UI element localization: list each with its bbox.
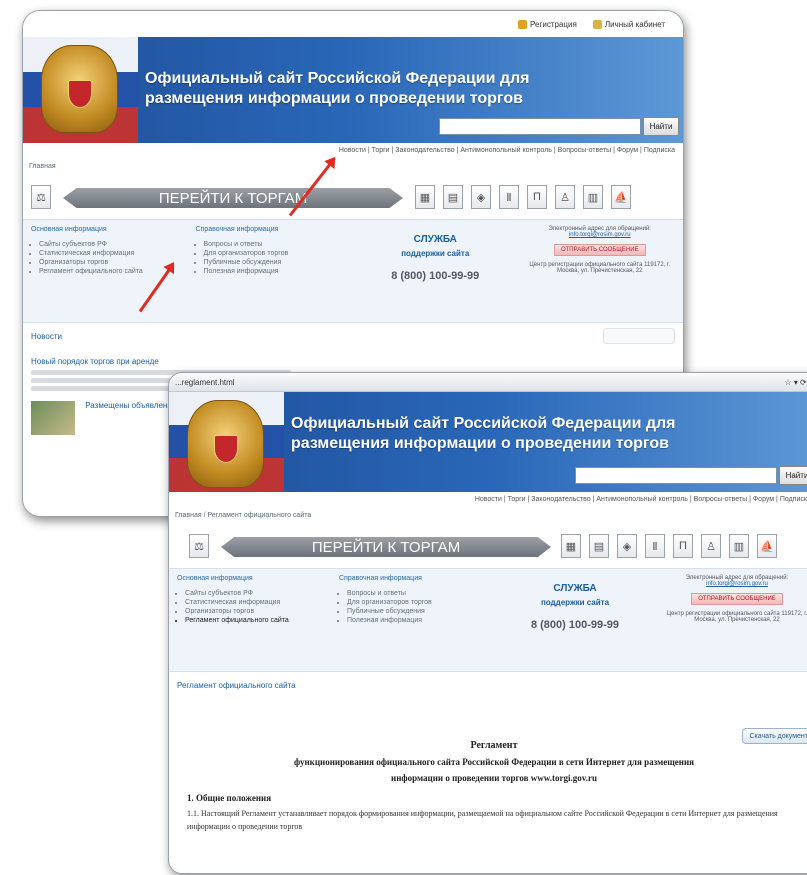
cabinet-icon bbox=[592, 19, 602, 29]
main-info-item[interactable]: Регламент официального сайта bbox=[39, 268, 182, 275]
news-thumbnail[interactable] bbox=[31, 401, 75, 435]
screenshot-reglament: ...reglament.html ☆ ▾ ⟳ ▾ Официальный са… bbox=[168, 372, 807, 874]
main-nav[interactable]: Новости | Торги | Законодательство | Ант… bbox=[169, 492, 807, 512]
section-heading: 1. Общие положения bbox=[187, 793, 272, 803]
support-title: СЛУЖБА bbox=[553, 583, 597, 594]
search-button[interactable]: Найти bbox=[643, 117, 679, 136]
goto-trades-bar: ⚖ ПЕРЕЙТИ К ТОРГАМ ▦ ▤ ◈ Ⅱ Π ♙ ▥ ⛵ bbox=[169, 526, 807, 568]
ship-icon[interactable]: ⛵ bbox=[757, 534, 777, 558]
browser-bar: ...reglament.html ☆ ▾ ⟳ ▾ bbox=[169, 373, 807, 392]
document-subtitle: функционирования официального сайта Росс… bbox=[293, 757, 695, 767]
feedback-email-link[interactable]: info.torgi@rosim.gov.ru bbox=[525, 232, 676, 238]
document-header: Регламент функционирования официального … bbox=[169, 740, 807, 783]
feedback-address: Центр регистрации официального сайта 119… bbox=[666, 611, 807, 623]
ref-info-title: Справочная информация bbox=[339, 575, 422, 582]
feedback-block: Электронный адрес для обращений: info.to… bbox=[525, 226, 676, 316]
key-icon bbox=[518, 19, 528, 29]
cabinet-link[interactable]: Личный кабинет bbox=[592, 19, 665, 29]
feedback-email-link[interactable]: info.torgi@rosim.gov.ru bbox=[663, 581, 807, 587]
breadcrumb[interactable]: Главная / Регламент официального сайта bbox=[169, 512, 807, 526]
news-link[interactable]: Новости bbox=[31, 332, 62, 341]
search-input[interactable] bbox=[575, 467, 777, 484]
goto-trades-bar: ⚖ ПЕРЕЙТИ К ТОРГАМ ▦ ▤ ◈ Ⅱ Π ♙ ▥ ⛵ bbox=[23, 177, 683, 219]
site-banner: Официальный сайт Российской Федерации дл… bbox=[169, 392, 807, 492]
info-panel: Основная информация Сайты субъектов РФ С… bbox=[23, 219, 683, 323]
main-info-title: Основная информация bbox=[177, 575, 253, 582]
main-info-item[interactable]: Сайты субъектов РФ bbox=[39, 241, 182, 248]
url-field[interactable]: ...reglament.html bbox=[175, 378, 235, 387]
support-title: СЛУЖБА bbox=[413, 234, 457, 245]
building-icon[interactable]: ▦ bbox=[561, 534, 581, 558]
site-banner: Официальный сайт Российской Федерации дл… bbox=[23, 37, 683, 143]
main-info-item-active[interactable]: Регламент официального сайта bbox=[185, 617, 325, 624]
main-nav[interactable]: Новости | Торги | Законодательство | Ант… bbox=[23, 143, 683, 163]
coat-of-arms-icon bbox=[41, 45, 118, 133]
register-link[interactable]: Регистрация bbox=[518, 19, 577, 29]
ref-info-item[interactable]: Полезная информация bbox=[204, 268, 347, 275]
support-service: СЛУЖБА поддержки сайта 8 (800) 100-99-99 bbox=[360, 226, 511, 316]
main-info-item[interactable]: Статистическая информация bbox=[185, 599, 325, 606]
ref-info-item[interactable]: Публичные обсуждения bbox=[204, 259, 347, 266]
reglament-row: Регламент официального сайта bbox=[169, 672, 807, 698]
building-icon[interactable]: ▦ bbox=[415, 185, 435, 209]
feedback-block: Электронный адрес для обращений: info.to… bbox=[663, 575, 807, 665]
column-icon[interactable]: Π bbox=[673, 534, 693, 558]
news-row: Новости bbox=[23, 323, 683, 349]
monument-icon[interactable]: Ⅱ bbox=[499, 185, 519, 209]
map-icon[interactable]: ◈ bbox=[617, 534, 637, 558]
ref-info-item[interactable]: Для организаторов торгов bbox=[347, 599, 487, 606]
document-icon[interactable]: ▤ bbox=[589, 534, 609, 558]
news-title[interactable]: Новый порядок торгов при аренде bbox=[31, 357, 675, 366]
ref-info-item[interactable]: Публичные обсуждения bbox=[347, 608, 487, 615]
gavel-icon[interactable]: ⚖ bbox=[31, 185, 51, 209]
document-icon[interactable]: ▤ bbox=[443, 185, 463, 209]
all-news-button[interactable] bbox=[603, 328, 675, 344]
support-service: СЛУЖБА поддержки сайта 8 (800) 100-99-99 bbox=[501, 575, 649, 665]
column-icon[interactable]: Π bbox=[527, 185, 547, 209]
top-links: Регистрация Личный кабинет bbox=[23, 11, 683, 37]
search-input[interactable] bbox=[439, 118, 641, 135]
support-phone: 8 (800) 100-99-99 bbox=[391, 270, 480, 282]
document-title: Регламент bbox=[470, 740, 518, 751]
goto-trades-button[interactable]: ПЕРЕЙТИ К ТОРГАМ bbox=[63, 188, 403, 208]
send-message-button[interactable]: ОТПРАВИТЬ СООБЩЕНИЕ bbox=[553, 244, 646, 256]
browser-controls[interactable]: ☆ ▾ ⟳ ▾ bbox=[784, 378, 807, 387]
factory-icon[interactable]: ▥ bbox=[729, 534, 749, 558]
main-info-title: Основная информация bbox=[31, 226, 107, 233]
ref-info-item[interactable]: Вопросы и ответы bbox=[347, 590, 487, 597]
document-paragraph: 1.1. Настоящий Регламент устанавливает п… bbox=[187, 809, 778, 831]
gavel-icon[interactable]: ⚖ bbox=[189, 534, 209, 558]
support-subtitle: поддержки сайта bbox=[540, 598, 610, 607]
person-icon[interactable]: ♙ bbox=[701, 534, 721, 558]
main-info-item[interactable]: Статистическая информация bbox=[39, 250, 182, 257]
breadcrumb[interactable]: Главная bbox=[23, 163, 683, 177]
goto-trades-button[interactable]: ПЕРЕЙТИ К ТОРГАМ bbox=[221, 537, 551, 557]
main-info-item[interactable]: Сайты субъектов РФ bbox=[185, 590, 325, 597]
person-icon[interactable]: ♙ bbox=[555, 185, 575, 209]
send-message-button[interactable]: ОТПРАВИТЬ СООБЩЕНИЕ bbox=[691, 593, 783, 605]
ref-info-item[interactable]: Для организаторов торгов bbox=[204, 250, 347, 257]
reglament-link[interactable]: Регламент официального сайта bbox=[177, 681, 296, 690]
info-panel: Основная информация Сайты субъектов РФ С… bbox=[169, 568, 807, 672]
search-button[interactable]: Найти bbox=[779, 466, 807, 485]
coat-of-arms-icon bbox=[187, 400, 264, 488]
ship-icon[interactable]: ⛵ bbox=[611, 185, 631, 209]
download-document-button[interactable]: Скачать документ bbox=[742, 728, 807, 744]
main-info-item[interactable]: Организаторы торгов bbox=[39, 259, 182, 266]
factory-icon[interactable]: ▥ bbox=[583, 185, 603, 209]
main-info-item[interactable]: Организаторы торгов bbox=[185, 608, 325, 615]
ref-info-item[interactable]: Вопросы и ответы bbox=[204, 241, 347, 248]
ref-info-title: Справочная информация bbox=[195, 226, 279, 233]
site-title: Официальный сайт Российской Федерации дл… bbox=[291, 415, 676, 452]
site-title: Официальный сайт Российской Федерации дл… bbox=[145, 70, 530, 107]
document-subtitle-2: информации о проведении торгов www.torgi… bbox=[391, 773, 597, 783]
ref-info-item[interactable]: Полезная информация bbox=[347, 617, 487, 624]
support-phone: 8 (800) 100-99-99 bbox=[530, 619, 620, 631]
feedback-address: Центр регистрации официального сайта 119… bbox=[529, 262, 671, 274]
support-subtitle: поддержки сайта bbox=[401, 249, 470, 258]
map-icon[interactable]: ◈ bbox=[471, 185, 491, 209]
monument-icon[interactable]: Ⅱ bbox=[645, 534, 665, 558]
